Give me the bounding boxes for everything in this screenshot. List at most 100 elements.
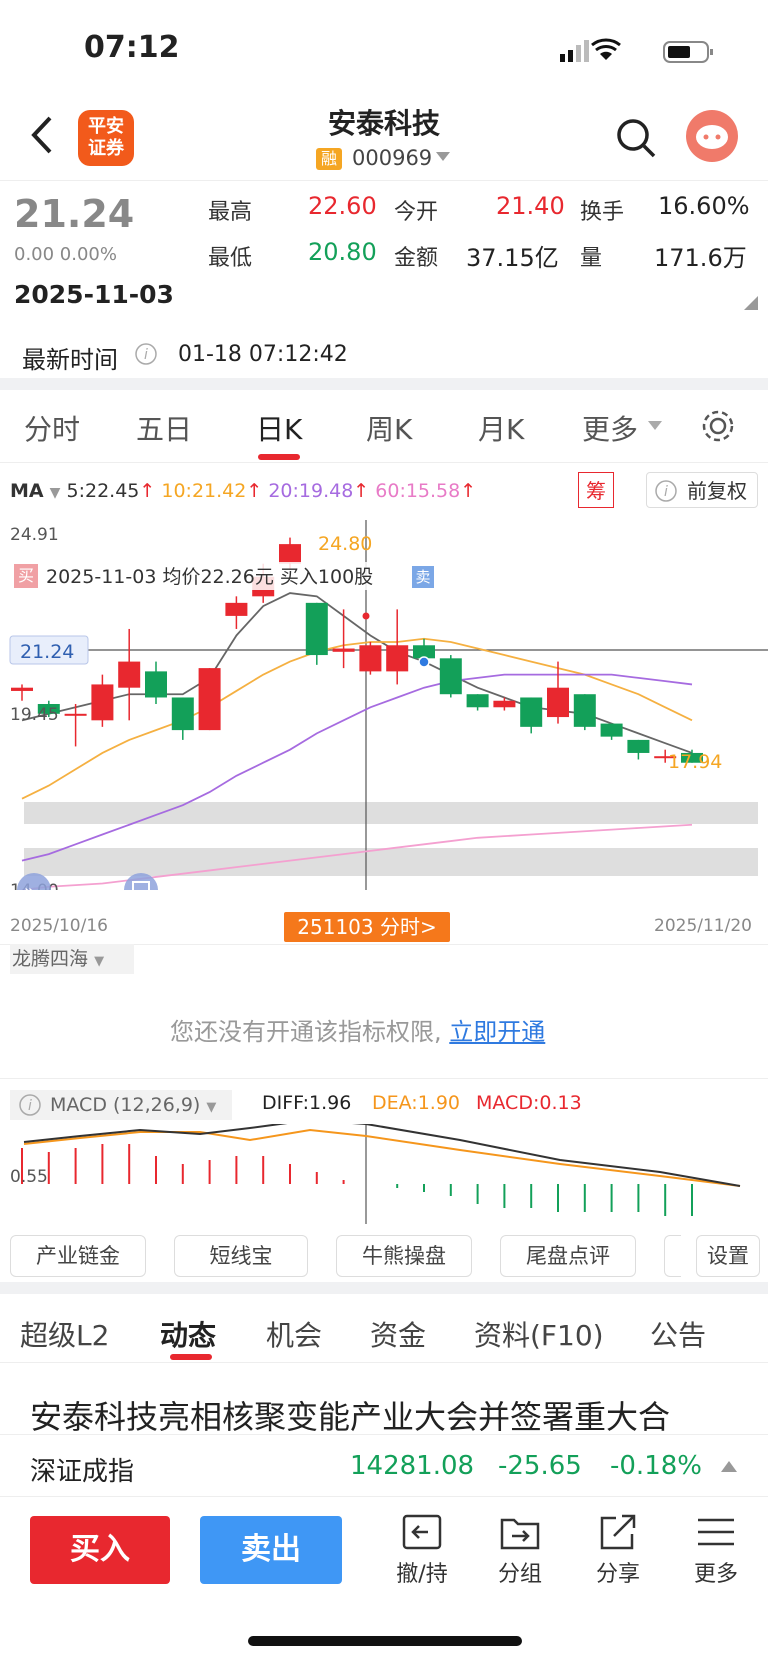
candle (520, 697, 543, 734)
group-label: 分组 (497, 1562, 542, 1587)
subtab-opportunity[interactable]: 机会 (266, 1314, 322, 1354)
candle (466, 694, 489, 711)
subtab-l2[interactable]: 超级L2 (20, 1314, 109, 1354)
index-ticker[interactable]: 深证成指 14281.08 -25.65 -0.18% (0, 1434, 768, 1497)
candle-body (145, 671, 167, 698)
min-price-label: 17.94 (668, 751, 722, 773)
indicator-selector[interactable]: 龙腾四海 ▼ (10, 944, 134, 974)
industry-chain-button[interactable]: 产业链金 (10, 1235, 146, 1277)
index-pct: -0.18% (610, 1451, 702, 1481)
assistant-avatar[interactable] (686, 110, 738, 162)
candle-body (64, 713, 87, 716)
low-value: 20.80 (308, 238, 377, 266)
active-subtab-indicator (170, 1354, 212, 1360)
y-axis-top: 24.91 (10, 525, 59, 545)
more-button[interactable]: 更多 (676, 1512, 756, 1588)
stock-code[interactable]: 000969 (352, 146, 432, 170)
subtab-f10[interactable]: 资料(F10) (474, 1314, 604, 1354)
locked-indicator-message: 您还没有开通该指标权限, 立即开通 (170, 1012, 545, 1047)
macd-selector[interactable]: MACD (12,26,9) ▼ (10, 1090, 232, 1120)
candle-body (305, 602, 328, 656)
settings-gear-icon[interactable] (700, 408, 736, 444)
ma-legend[interactable]: MA ▼ 5:22.45↑ 10:21.42↑ 20:19.48↑ 60:15.… (10, 480, 476, 502)
unlock-link[interactable]: 立即开通 (449, 1018, 545, 1046)
candle (332, 609, 355, 669)
turnover-value: 16.60% (658, 192, 750, 220)
high-label: 最高 (208, 200, 253, 225)
share-label: 分享 (595, 1562, 640, 1587)
adjust-label: 前复权 (687, 479, 747, 503)
info-icon[interactable]: i (134, 342, 158, 366)
current-price: 21.24 (14, 192, 135, 236)
info-icon: i (655, 480, 677, 502)
subtab-news[interactable]: 动态 (160, 1314, 216, 1354)
open-value: 21.40 (496, 192, 565, 220)
high-value: 22.60 (308, 192, 377, 220)
tab-daily-k[interactable]: 日K (256, 408, 302, 448)
candle (627, 739, 650, 760)
trade-note: 2025-11-03 均价22.26元 买入100股 (46, 566, 374, 588)
share-button[interactable]: 分享 (578, 1512, 658, 1588)
ma60-value: 60:15.58 (375, 480, 461, 502)
group-button[interactable]: 分组 (480, 1512, 560, 1588)
svg-text:i: i (28, 1098, 32, 1114)
candle-body (332, 648, 355, 652)
divider (0, 1496, 768, 1497)
search-icon[interactable] (614, 116, 658, 160)
caret-down-icon: ▼ (49, 485, 61, 501)
crosshair-date-tag[interactable]: 251103 分时> (284, 912, 450, 942)
chip-distribution-button[interactable]: 筹 (578, 472, 614, 508)
index-change: -25.65 (498, 1451, 582, 1481)
status-time: 07:12 (84, 30, 180, 65)
active-tab-indicator (258, 454, 300, 460)
macd-value: MACD:0.13 (476, 1092, 582, 1114)
arrow-up-icon: ↑ (460, 480, 477, 502)
subtab-announcements[interactable]: 公告 (650, 1314, 706, 1354)
date-end: 2025/11/20 (654, 916, 752, 936)
macd-chart[interactable]: 0.55 (0, 1124, 768, 1224)
tab-intraday[interactable]: 分时 (24, 408, 80, 448)
more-chip-partial[interactable] (664, 1235, 681, 1277)
closing-review-button[interactable]: 尾盘点评 (500, 1235, 636, 1277)
index-value: 14281.08 (350, 1451, 475, 1481)
candle-body (520, 697, 543, 727)
candle (600, 723, 623, 740)
max-price-label: 24.80 (318, 533, 372, 555)
expand-corner-icon[interactable] (744, 296, 758, 310)
tab-five-day[interactable]: 五日 (136, 408, 192, 448)
home-indicator (248, 1636, 522, 1646)
share-icon (600, 1514, 636, 1550)
margin-badge: 融 (316, 148, 342, 170)
candle-body (279, 544, 301, 564)
trade-marker (418, 656, 430, 668)
candle (171, 697, 194, 740)
arrow-up-icon: ↑ (246, 480, 263, 502)
macd-diff: DIFF:1.96 (262, 1092, 352, 1114)
section-gap (0, 378, 768, 390)
candle-body (171, 697, 194, 731)
buy-button[interactable]: 买入 (30, 1516, 170, 1584)
short-term-button[interactable]: 短线宝 (174, 1235, 308, 1277)
macd-y-label: 0.55 (10, 1167, 48, 1187)
bull-bear-button[interactable]: 牛熊操盘 (336, 1235, 472, 1277)
tab-more[interactable]: 更多 (582, 408, 638, 448)
ma5-value: 5:22.45 (66, 480, 140, 502)
caret-up-icon[interactable] (720, 1459, 738, 1473)
tab-monthly-k[interactable]: 月K (478, 408, 524, 448)
double-chevron-icon: » (24, 881, 35, 890)
quote-date: 2025-11-03 (14, 280, 174, 309)
news-headline[interactable]: 安泰科技亮相核聚变能产业大会并签署重大合 (30, 1392, 670, 1438)
subtab-funds[interactable]: 资金 (370, 1314, 426, 1354)
divider (0, 180, 768, 181)
candle-body (547, 687, 569, 718)
cancel-hold-button[interactable]: 撤/持 (382, 1512, 462, 1588)
candle-body (493, 700, 516, 708)
candle (11, 684, 33, 701)
tab-weekly-k[interactable]: 周K (366, 408, 412, 448)
sell-button[interactable]: 卖出 (200, 1516, 342, 1584)
caret-down-icon[interactable] (434, 150, 452, 164)
settings-button[interactable]: 设置 (696, 1235, 760, 1277)
chat-icon (696, 125, 728, 149)
indicator-name: 龙腾四海 (12, 948, 89, 970)
section-gap (0, 1282, 768, 1294)
